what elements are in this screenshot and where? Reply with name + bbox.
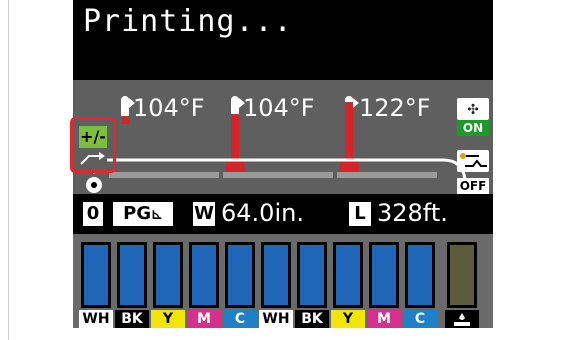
media-length-value: 328ft. (377, 199, 448, 227)
counter-badge: 0 (83, 202, 103, 226)
media-feed-icon (79, 150, 107, 166)
adjust-highlight-frame[interactable]: +/- (70, 117, 116, 173)
ink-label-1: WH (79, 310, 113, 328)
ink-cartridge-8 (333, 242, 363, 308)
takeup-reel-indicator: OFF (457, 150, 489, 194)
page-label-badge: PG⊾ (113, 202, 173, 226)
ink-label-9: M (367, 310, 401, 328)
ink-status-area: WH BK Y M C WH BK Y M C (73, 234, 493, 328)
ink-cartridge-3 (153, 242, 183, 308)
after-heater-temperature: 122°F (359, 94, 431, 122)
ink-cartridge-2 (117, 242, 147, 308)
feed-adjust-icon[interactable]: +/- (79, 126, 107, 148)
ink-cartridge-9 (369, 242, 399, 308)
status-title-bar: Printing... (73, 0, 493, 80)
ink-label-4: M (187, 310, 221, 328)
width-label-badge: W (193, 202, 215, 226)
media-width-value: 64.0in. (221, 199, 304, 227)
ink-cartridge-7 (297, 242, 327, 308)
takeup-reel-icon (457, 150, 489, 172)
pre-heater-temperature: 104°F (133, 94, 205, 122)
ink-label-7: BK (295, 310, 329, 328)
platen-heater-temperature: 104°F (243, 94, 315, 122)
fan-icon: ✣ (457, 98, 489, 120)
ink-label-6: WH (259, 310, 293, 328)
ink-cartridge-5 (225, 242, 255, 308)
ink-label-10: C (403, 310, 437, 328)
fan-state: ON (457, 120, 489, 136)
media-feed-track (109, 172, 439, 178)
waste-ink-icon (445, 310, 479, 328)
media-roll-icon (86, 177, 102, 193)
lcd-panel: Printing... 104°F 104°F 122°F ✣ ON OFF 0… (73, 0, 493, 328)
page-label: PG (123, 203, 152, 224)
ink-label-8: Y (331, 310, 365, 328)
status-title: Printing... (83, 4, 293, 39)
ink-cartridge-4 (189, 242, 219, 308)
media-info-row: 0 PG⊾ W 64.0in. L 328ft. (73, 194, 493, 234)
fan-indicator: ✣ ON (457, 98, 489, 138)
ink-cartridge-6 (261, 242, 291, 308)
ink-label-2: BK (115, 310, 149, 328)
waste-ink-bottle (447, 242, 477, 308)
ink-label-3: Y (151, 310, 185, 328)
ink-label-5: C (223, 310, 257, 328)
margin-line (8, 0, 9, 340)
ink-cartridge-1 (81, 242, 111, 308)
heater-status-area: 104°F 104°F 122°F ✣ ON OFF (73, 80, 493, 194)
takeup-state: OFF (457, 178, 489, 194)
ink-cartridge-10 (405, 242, 435, 308)
length-label-badge: L (349, 202, 371, 226)
